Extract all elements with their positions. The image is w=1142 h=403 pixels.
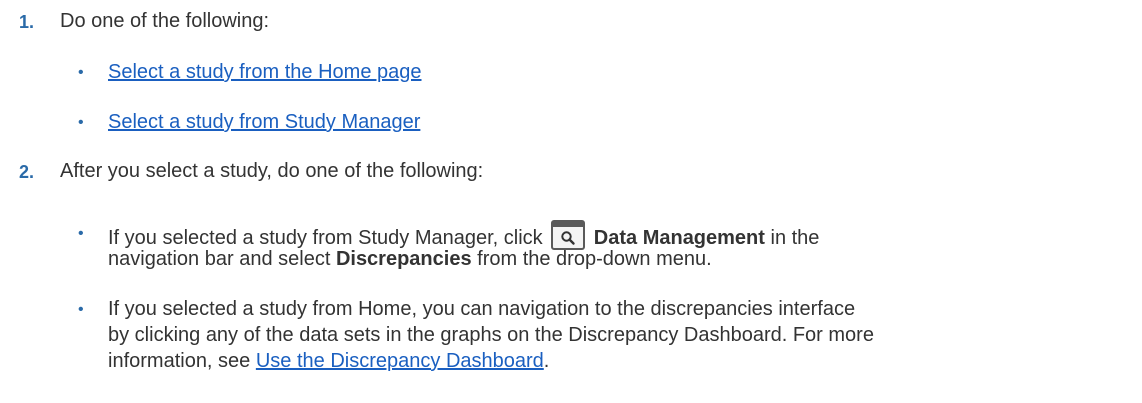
bullet: • xyxy=(78,114,84,131)
step-text: Do one of the following: xyxy=(60,10,270,32)
discrepancies-label: Discrepancies xyxy=(335,248,472,270)
step-text: After you select a study, do one of the … xyxy=(60,160,484,182)
list-item-line: navigation bar and select Discrepancies … xyxy=(108,246,712,272)
item-text: navigation bar and select xyxy=(108,248,331,270)
step-number: 2. xyxy=(19,162,35,182)
bullet: • xyxy=(78,301,84,318)
link-select-study-manager[interactable]: Select a study from Study Manager xyxy=(108,111,420,133)
item-text: information, see xyxy=(108,350,251,372)
item-text: . xyxy=(543,350,550,372)
link-select-study-home[interactable]: Select a study from the Home page xyxy=(108,61,422,83)
list-item-line: by clicking any of the data sets in the … xyxy=(108,324,874,346)
list-item-line: If you selected a study from Home, you c… xyxy=(108,298,856,320)
link-discrepancy-dashboard[interactable]: Use the Discrepancy Dashboard xyxy=(256,350,544,372)
list-item: Select a study from Study Manager xyxy=(108,109,420,135)
list-item-line: information, see Use the Discrepancy Das… xyxy=(108,348,549,374)
item-text: in the xyxy=(770,227,820,249)
step-number: 1. xyxy=(19,12,35,32)
bullet: • xyxy=(78,64,84,81)
bullet: • xyxy=(78,225,84,242)
list-item: Select a study from the Home page xyxy=(108,59,422,85)
item-text: from the drop-down menu. xyxy=(477,248,712,270)
